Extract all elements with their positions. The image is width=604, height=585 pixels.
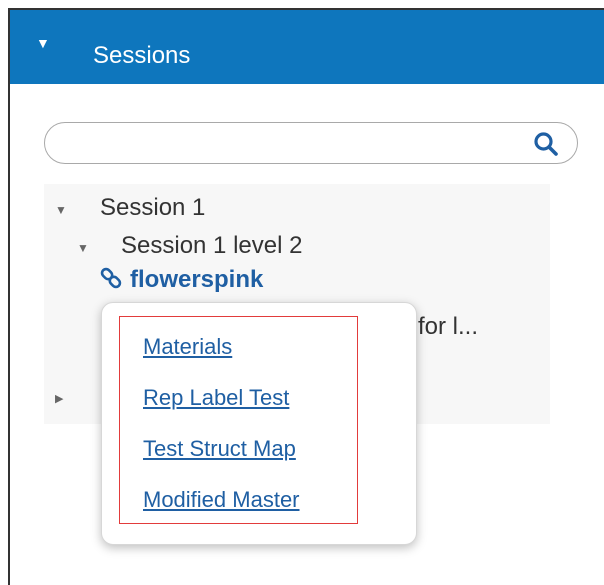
panel-title: Sessions — [93, 42, 191, 69]
menu-item-materials[interactable]: Materials — [143, 334, 232, 360]
search-box — [44, 122, 578, 164]
panel-header[interactable]: ▼ Sessions — [10, 10, 604, 84]
menu-item-test-struct-map[interactable]: Test Struct Map — [143, 436, 296, 462]
tree-item-flowerspink[interactable]: flowerspink — [98, 266, 263, 294]
caret-down-icon[interactable]: ▼ — [36, 35, 50, 51]
menu-item-modified-master[interactable]: Modified Master — [143, 487, 300, 513]
search-input[interactable] — [61, 129, 525, 159]
caret-down-icon[interactable]: ▼ — [55, 203, 67, 217]
link-icon — [100, 267, 122, 289]
tree-item-session-1[interactable]: Session 1 — [100, 194, 205, 222]
search-icon[interactable] — [533, 131, 559, 157]
tree-item-session-1-level-2[interactable]: Session 1 level 2 — [121, 232, 302, 260]
tree-item-label: flowerspink — [130, 266, 264, 293]
caret-right-icon[interactable]: ▶ — [55, 392, 63, 405]
caret-down-icon[interactable]: ▼ — [77, 241, 89, 255]
menu-item-rep-label-test[interactable]: Rep Label Test — [143, 385, 289, 411]
tree-item-partial[interactable]: for l... — [418, 313, 478, 341]
